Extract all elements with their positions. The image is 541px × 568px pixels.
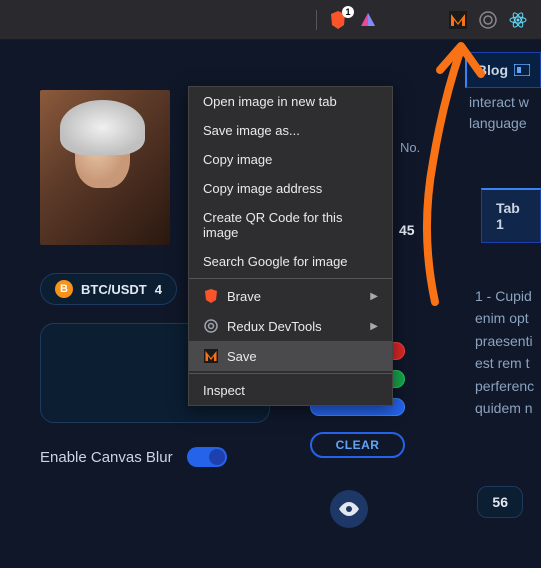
btc-price-pill[interactable]: B BTC/USDT 4: [40, 273, 177, 305]
submenu-arrow-icon: ▶: [370, 321, 378, 332]
cm-brave[interactable]: Brave ▶: [189, 281, 392, 311]
cm-separator: [189, 278, 392, 279]
visibility-toggle-button[interactable]: [330, 490, 368, 528]
cm-save-extension[interactable]: Save: [189, 341, 392, 371]
image-context-menu: Open image in new tab Save image as... C…: [188, 86, 393, 406]
number-45: 45: [399, 222, 415, 238]
canvas-blur-toggle[interactable]: [187, 447, 227, 467]
clear-button[interactable]: CLEAR: [310, 432, 405, 458]
canvas-blur-label: Enable Canvas Blur: [40, 449, 173, 466]
lorem-text-block: 1 - Cupid enim opt praesenti est rem t p…: [475, 285, 541, 419]
cm-search-google[interactable]: Search Google for image: [189, 247, 392, 276]
cm-copy-image[interactable]: Copy image: [189, 145, 392, 174]
brave-icon: [203, 288, 219, 304]
target-extension-icon[interactable]: [478, 10, 498, 30]
canvas-blur-row: Enable Canvas Blur: [40, 447, 541, 467]
save-m-icon: [203, 348, 219, 364]
brave-block-count: 1: [342, 6, 354, 18]
submenu-arrow-icon: ▶: [370, 291, 378, 302]
browser-toolbar: 1: [0, 0, 541, 40]
toolbar-divider: [316, 10, 317, 30]
react-devtools-icon[interactable]: [508, 10, 528, 30]
cm-copy-image-address[interactable]: Copy image address: [189, 174, 392, 203]
bitcoin-icon: B: [55, 280, 73, 298]
btc-pair-label: BTC/USDT: [81, 282, 147, 297]
btc-price-fragment: 4: [155, 282, 162, 297]
redux-icon: [203, 318, 219, 334]
cm-redux-devtools[interactable]: Redux DevTools ▶: [189, 311, 392, 341]
cm-separator: [189, 373, 392, 374]
brave-shield-icon[interactable]: 1: [328, 10, 348, 30]
save-extension-icon[interactable]: [448, 10, 468, 30]
cm-save-image-as[interactable]: Save image as...: [189, 116, 392, 145]
cm-open-new-tab[interactable]: Open image in new tab: [189, 87, 392, 116]
extension-triangle-icon[interactable]: [358, 10, 378, 30]
cm-inspect[interactable]: Inspect: [189, 376, 392, 405]
number-label: No.: [400, 140, 420, 155]
portrait-image[interactable]: [40, 90, 170, 245]
eye-icon: [339, 502, 359, 516]
cm-create-qr[interactable]: Create QR Code for this image: [189, 203, 392, 247]
badge-56[interactable]: 56: [477, 486, 523, 518]
